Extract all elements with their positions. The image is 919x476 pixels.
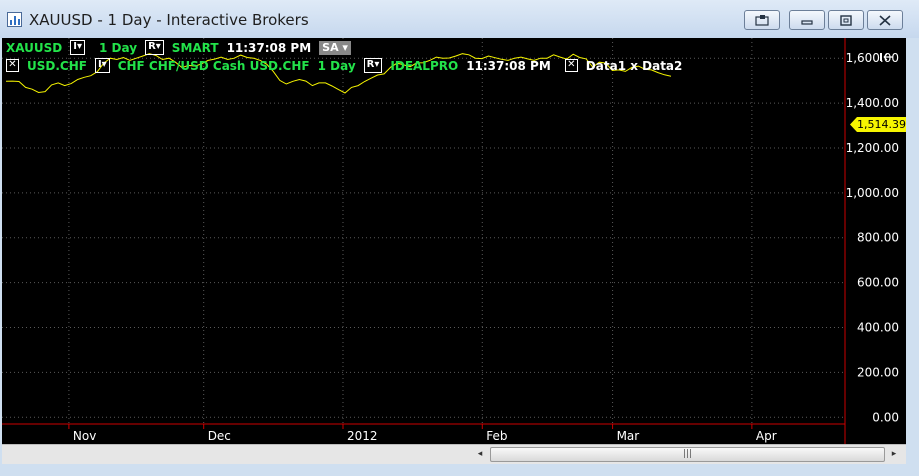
primary-symbol[interactable]: XAUUSD xyxy=(6,41,62,55)
remove-series-button[interactable]: ✕ xyxy=(6,59,19,72)
horizontal-scrollbar[interactable]: ◂ ||| ▸ xyxy=(2,444,906,465)
window-bottom-border xyxy=(0,464,919,476)
x-tick-label: Dec xyxy=(208,429,231,443)
chart-app-icon xyxy=(7,12,22,27)
y-tick-label: 1,000.00 xyxy=(846,186,899,200)
secondary-description: CHF CHF/USD Cash USD.CHF xyxy=(117,58,310,73)
primary-exchange: SMART xyxy=(171,40,219,55)
range-menu-button-2[interactable]: R▾ xyxy=(363,58,383,73)
price-chart[interactable]: 1,600.001,400.001,200.001,000.00800.0060… xyxy=(2,38,906,444)
minimize-button[interactable] xyxy=(789,10,825,30)
x-tick-label: 2012 xyxy=(347,429,378,443)
secondary-symbol[interactable]: USD.CHF xyxy=(27,59,87,73)
study-label: Data1 x Data2 xyxy=(585,58,683,73)
x-tick-label: Nov xyxy=(73,429,96,443)
secondary-interval[interactable]: 1 Day xyxy=(318,59,356,73)
secondary-time: 11:37:08 PM xyxy=(466,58,551,73)
y-tick-label: 400.00 xyxy=(857,321,899,335)
y-tick-label: 1,400.00 xyxy=(846,96,899,110)
header-row-primary: XAUUSD I▾ 1 Day R▾ SMART 11:37:08 PM SA … xyxy=(6,40,359,55)
x-tick-label: Mar xyxy=(617,429,640,443)
primary-interval[interactable]: 1 Day xyxy=(99,41,137,55)
indicator-menu-button[interactable]: I▾ xyxy=(70,40,86,55)
maximize-icon xyxy=(840,14,852,26)
screen-pin-button[interactable] xyxy=(744,10,780,30)
header-row-secondary: ✕ USD.CHF I▾ CHF CHF/USD Cash USD.CHF 1 … xyxy=(6,58,690,73)
scroll-right-arrow-icon[interactable]: ▸ xyxy=(886,447,902,462)
close-button[interactable] xyxy=(867,10,903,30)
y-tick-label: 200.00 xyxy=(857,365,899,379)
last-price-label: 1,514.39 xyxy=(850,117,906,132)
remove-study-button[interactable]: ✕ xyxy=(564,59,578,72)
collapse-panel-button[interactable] xyxy=(880,47,894,66)
screen-pin-icon xyxy=(755,14,769,26)
y-tick-label: 1,200.00 xyxy=(846,141,899,155)
chart-panel[interactable]: 1,600.00 1,400.00 1,200.00 1,000.00 800.00 60… xyxy=(2,38,906,444)
sa-dropdown[interactable]: SA ▾ xyxy=(319,40,351,55)
x-tick-label: Apr xyxy=(756,429,777,443)
scroll-left-arrow-icon[interactable]: ◂ xyxy=(472,447,488,462)
minimize-icon xyxy=(801,20,813,25)
y-tick-label: 0.00 xyxy=(872,410,899,424)
window-right-border xyxy=(906,38,919,476)
y-tick-label: 800.00 xyxy=(857,231,899,245)
window-titlebar: XAUUSD - 1 Day - Interactive Brokers xyxy=(0,0,919,38)
primary-time: 11:37:08 PM xyxy=(226,40,312,55)
range-menu-button[interactable]: R▾ xyxy=(145,40,164,55)
window-title: XAUUSD - 1 Day - Interactive Brokers xyxy=(29,11,309,29)
indicator-menu-button-2[interactable]: I▾ xyxy=(94,58,110,73)
maximize-button[interactable] xyxy=(828,10,864,30)
secondary-exchange: IDEALPRO xyxy=(390,58,459,73)
collapse-panel-icon xyxy=(880,53,893,61)
close-icon xyxy=(879,14,891,26)
y-tick-label: 600.00 xyxy=(857,276,899,290)
scrollbar-thumb[interactable]: ||| xyxy=(490,447,885,462)
x-tick-label: Feb xyxy=(486,429,507,443)
